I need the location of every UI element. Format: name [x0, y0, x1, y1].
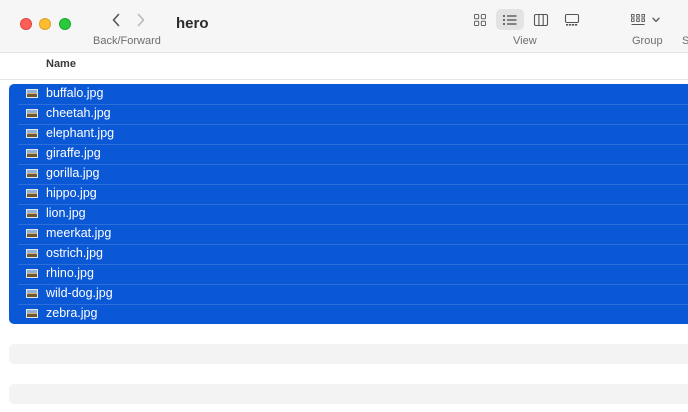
file-row[interactable]: elephant.jpg [9, 124, 688, 144]
jpeg-thumbnail-icon [26, 89, 38, 98]
row-separator [18, 204, 688, 205]
minimize-window-button[interactable] [39, 18, 51, 30]
group-button[interactable] [630, 9, 670, 30]
jpeg-thumbnail-icon [26, 189, 38, 198]
view-label: View [513, 35, 537, 47]
file-name: zebra.jpg [46, 306, 98, 320]
toolbar: Back/Forward hero View Group S [0, 0, 688, 53]
jpeg-thumbnail-icon [26, 229, 38, 238]
jpeg-thumbnail-icon [26, 149, 38, 158]
file-row[interactable]: zebra.jpg [9, 304, 688, 324]
close-window-button[interactable] [20, 18, 32, 30]
empty-row [9, 384, 688, 404]
jpeg-thumbnail-icon [26, 169, 38, 178]
file-row[interactable]: cheetah.jpg [9, 104, 688, 124]
file-name: elephant.jpg [46, 126, 115, 140]
zoom-window-button[interactable] [59, 18, 71, 30]
gallery-icon [564, 13, 580, 26]
view-as-gallery-button[interactable] [558, 9, 586, 30]
list-icon [503, 14, 517, 25]
file-row[interactable]: buffalo.jpg [9, 84, 688, 104]
jpeg-thumbnail-icon [26, 209, 38, 218]
chevron-right-icon [137, 13, 145, 27]
column-header: Name [0, 53, 688, 80]
row-separator [18, 264, 688, 265]
forward-button[interactable] [132, 10, 150, 30]
jpeg-thumbnail-icon [26, 109, 38, 118]
row-separator [18, 224, 688, 225]
finder-window: Back/Forward hero View Group S Name buff… [0, 0, 688, 412]
file-name: ostrich.jpg [46, 246, 103, 260]
jpeg-thumbnail-icon [26, 309, 38, 318]
back-button[interactable] [107, 10, 125, 30]
file-row[interactable]: wild-dog.jpg [9, 284, 688, 304]
columns-icon [533, 13, 549, 26]
jpeg-thumbnail-icon [26, 249, 38, 258]
row-separator [18, 304, 688, 305]
file-row[interactable]: giraffe.jpg [9, 144, 688, 164]
chevron-down-icon [652, 17, 660, 22]
file-row[interactable]: lion.jpg [9, 204, 688, 224]
view-as-list-button[interactable] [496, 9, 524, 30]
file-list: buffalo.jpg cheetah.jpg elephant.jpg giraff… [9, 84, 688, 324]
row-separator [18, 184, 688, 185]
jpeg-thumbnail-icon [26, 129, 38, 138]
file-row[interactable]: meerkat.jpg [9, 224, 688, 244]
share-label: S [682, 35, 688, 47]
file-name: giraffe.jpg [46, 146, 101, 160]
file-name: wild-dog.jpg [46, 286, 113, 300]
file-name: hippo.jpg [46, 186, 97, 200]
row-separator [18, 124, 688, 125]
file-row[interactable]: ostrich.jpg [9, 244, 688, 264]
row-separator [18, 164, 688, 165]
grid-icon [474, 13, 486, 26]
group-label: Group [632, 35, 663, 47]
row-separator [18, 284, 688, 285]
empty-row [9, 344, 688, 364]
jpeg-thumbnail-icon [26, 269, 38, 278]
name-column-header[interactable]: Name [46, 58, 76, 70]
row-separator [18, 244, 688, 245]
file-name: buffalo.jpg [46, 86, 104, 100]
file-row[interactable]: gorilla.jpg [9, 164, 688, 184]
file-row[interactable]: rhino.jpg [9, 264, 688, 284]
file-name: meerkat.jpg [46, 226, 112, 240]
view-as-icons-button[interactable] [466, 9, 494, 30]
back-forward-label: Back/Forward [93, 35, 161, 47]
row-separator [18, 104, 688, 105]
window-title: hero [176, 15, 209, 32]
chevron-left-icon [112, 13, 120, 27]
view-as-columns-button[interactable] [527, 9, 555, 30]
file-name: rhino.jpg [46, 266, 94, 280]
file-name: lion.jpg [46, 206, 86, 220]
file-name: gorilla.jpg [46, 166, 100, 180]
file-name: cheetah.jpg [46, 106, 111, 120]
file-row[interactable]: hippo.jpg [9, 184, 688, 204]
group-icon [631, 13, 645, 25]
row-separator [18, 144, 688, 145]
jpeg-thumbnail-icon [26, 289, 38, 298]
